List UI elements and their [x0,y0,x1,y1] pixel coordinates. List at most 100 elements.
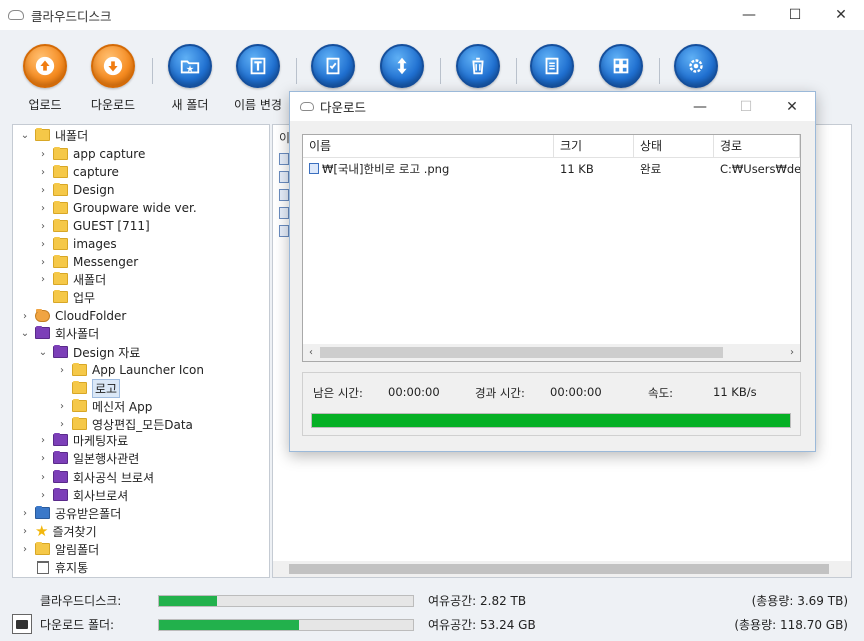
document-icon [530,44,574,88]
horizontal-scrollbar[interactable]: ‹ › [303,344,800,361]
tree-item-logo[interactable]: 로고 [56,378,121,398]
new-folder-icon [168,44,212,88]
delete-button[interactable] [446,44,510,88]
tree-item-new-folder[interactable]: › 새폴더 [37,270,106,288]
dialog-minimize-button[interactable]: — [677,92,723,121]
tree-item-messenger-app[interactable]: › 메신저 App [56,397,152,415]
scrollbar-thumb[interactable] [289,564,829,574]
cloud-icon [8,10,24,20]
folder-open-icon[interactable] [12,614,32,634]
maximize-button[interactable]: ☐ [772,0,818,30]
tree-item-design[interactable]: › Design [37,181,114,199]
title-bar: 클라우드디스크 — ☐ ✕ [0,0,864,30]
chevron-right-icon[interactable]: › [19,526,31,537]
pdf-file-icon[interactable] [279,153,289,165]
column-path[interactable]: 경로 [714,135,800,158]
pdf-file-icon[interactable] [279,207,289,219]
minimize-button[interactable]: — [726,0,772,30]
upload-button[interactable]: 업로드 [13,44,77,113]
download-folder-bar [158,619,414,631]
tree-item-design-data[interactable]: ⌄ Design 자료 [37,343,140,361]
chevron-right-icon[interactable]: › [37,239,49,250]
chevron-right-icon[interactable]: › [19,508,31,519]
image-file-icon[interactable] [279,225,289,237]
chevron-right-icon[interactable]: › [37,257,49,268]
toolbar-separator [659,58,660,84]
chevron-right-icon[interactable]: › [19,544,31,555]
chevron-right-icon[interactable]: › [37,435,49,446]
tree-item-brochure[interactable]: › 회사브로셔 [37,486,128,504]
tree-item-favorites[interactable]: › ★ 즐겨찾기 [19,522,97,540]
move-button[interactable] [370,44,434,88]
chevron-right-icon[interactable]: › [56,401,68,412]
chevron-right-icon[interactable]: › [37,472,49,483]
view-button[interactable] [589,44,653,88]
select-button[interactable] [301,44,365,88]
chevron-right-icon[interactable]: › [37,203,49,214]
tree-item-messenger[interactable]: › Messenger [37,253,138,271]
status-area: 클라우드디스크: 여유공간: 2.82 TB (총용량: 3.69 TB) 다운… [0,580,864,641]
chevron-down-icon[interactable]: ⌄ [19,130,31,141]
tree-item-app-launcher[interactable]: › App Launcher Icon [56,361,204,379]
folder-icon [35,326,50,339]
dialog-title: 다운로드 [320,100,367,115]
tree-item-company-folder[interactable]: ⌄ 회사폴더 [19,324,99,342]
tree-item-shared-folder[interactable]: › 공유받은폴더 [19,504,121,522]
tree-item-japan-event[interactable]: › 일본행사관련 [37,449,139,467]
chevron-right-icon[interactable]: › [37,490,49,501]
tree-item-guest[interactable]: › GUEST [711] [37,217,150,235]
settings-button[interactable] [664,44,728,88]
chevron-right-icon[interactable]: › [37,453,49,464]
chevron-right-icon[interactable]: › [56,365,68,376]
column-status[interactable]: 상태 [634,135,714,158]
new-folder-button[interactable]: 새 폴더 [158,44,222,113]
window-title: 클라우드디스크 [31,8,112,24]
tree-item-trash[interactable]: 휴지통 [19,558,88,576]
tree-item-groupware[interactable]: › Groupware wide ver. [37,199,197,217]
download-button[interactable]: 다운로드 [81,44,145,113]
table-row[interactable]: ₩[국내]한비로 로고 .png 11 KB 완료 C:₩Users₩desig… [303,159,800,179]
chevron-right-icon[interactable]: › [37,167,49,178]
tree-item-capture[interactable]: › capture [37,163,119,181]
tree-item-cloud-folder[interactable]: › CloudFolder [19,307,126,325]
image-file-icon[interactable] [279,171,289,183]
tree-item-app-capture[interactable]: › app capture [37,145,145,163]
download-progress-fill [312,414,790,427]
properties-button[interactable] [520,44,584,88]
chevron-right-icon[interactable]: › [37,185,49,196]
cloud-disk-free: 여유공간: 2.82 TB [428,594,527,608]
chevron-right-icon[interactable]: › [56,419,68,430]
chevron-right-icon[interactable]: › [37,274,49,285]
toolbar-separator [152,58,153,84]
folder-icon [53,290,68,303]
image-file-icon[interactable] [279,189,289,201]
chevron-right-icon[interactable]: › [19,311,31,322]
tree-item-images[interactable]: › images [37,235,117,253]
rename-label: 이름 변경 [234,98,282,112]
remaining-time-label: 남은 시간: [313,386,363,400]
column-size[interactable]: 크기 [554,135,634,158]
dialog-close-button[interactable]: ✕ [769,92,815,121]
folder-icon [35,542,50,555]
tree-item-work[interactable]: 업무 [37,288,95,306]
folder-icon [53,237,68,250]
chevron-down-icon[interactable]: ⌄ [37,347,49,358]
chevron-right-icon[interactable]: › [37,149,49,160]
scrollbar-thumb[interactable] [320,347,723,358]
chevron-right-icon[interactable]: › [37,221,49,232]
download-list[interactable]: 이름 크기 상태 경로 ₩[국내]한비로 로고 .png 11 KB 완료 C:… [302,134,801,362]
tree-item-my-folder[interactable]: ⌄ 내폴더 [19,126,88,144]
chevron-down-icon[interactable]: ⌄ [19,328,31,339]
folder-icon [53,165,68,178]
scroll-right-arrow-icon[interactable]: › [784,344,800,361]
rename-button[interactable]: 이름 변경 [226,44,290,113]
cloud-icon [300,102,314,111]
folder-tree[interactable]: ⌄ 내폴더 › app capture › capture › Design ›… [12,124,270,578]
horizontal-scrollbar[interactable] [273,561,851,577]
scroll-left-arrow-icon[interactable]: ‹ [303,344,319,361]
tree-item-marketing[interactable]: › 마케팅자료 [37,431,128,449]
column-name[interactable]: 이름 [303,135,554,158]
tree-item-company-brochure[interactable]: › 회사공식 브로셔 [37,468,154,486]
tree-item-notification-folder[interactable]: › 알림폴더 [19,540,99,558]
close-button[interactable]: ✕ [818,0,864,30]
